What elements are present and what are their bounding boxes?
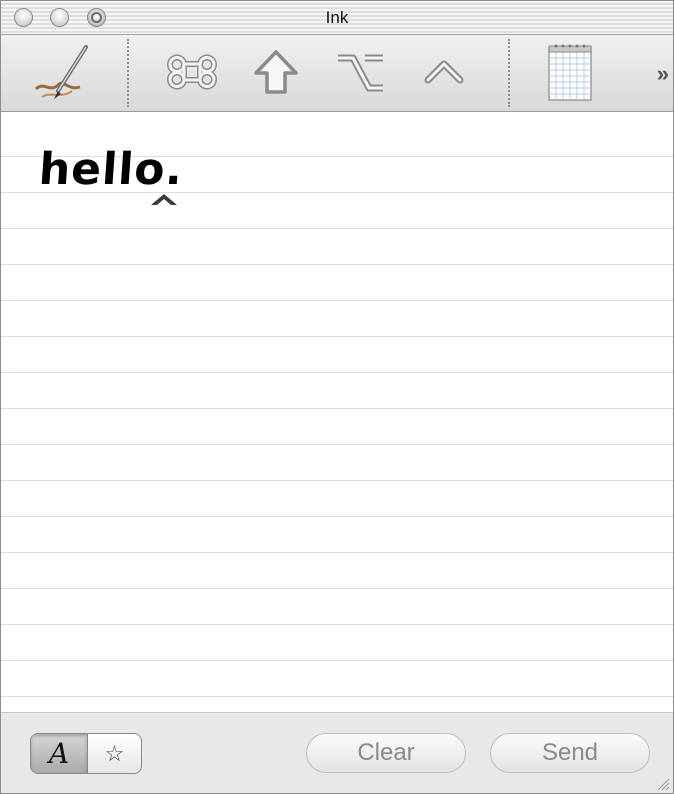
- mode-toggle: A ☆: [30, 733, 142, 774]
- writing-area[interactable]: hello.: [1, 112, 673, 712]
- shift-key-button[interactable]: [245, 41, 307, 103]
- handwritten-text: hello.: [37, 144, 186, 195]
- shift-key-icon: [254, 50, 298, 94]
- pen-icon: [34, 45, 88, 99]
- option-key-button[interactable]: [329, 41, 391, 103]
- toolbar-separator: [127, 39, 129, 107]
- letter-mode-button[interactable]: A: [31, 734, 88, 773]
- toolbar-separator: [508, 39, 510, 107]
- control-key-icon: [424, 60, 464, 84]
- star-icon: ☆: [104, 740, 125, 766]
- clear-button[interactable]: Clear: [306, 733, 466, 773]
- ink-window: Ink » hello. A ☆ Clear Send: [0, 0, 674, 794]
- resize-grip-icon[interactable]: [656, 777, 670, 791]
- window-title: Ink: [325, 8, 349, 27]
- more-items-button[interactable]: »: [656, 61, 669, 87]
- command-key-icon: [167, 54, 217, 90]
- pen-tool-button[interactable]: [25, 41, 97, 103]
- control-key-button[interactable]: [413, 41, 475, 103]
- bottom-bar: A ☆ Clear Send: [1, 712, 673, 793]
- notepad-button[interactable]: [539, 41, 601, 103]
- insertion-caret: [151, 194, 177, 205]
- send-button[interactable]: Send: [490, 733, 650, 773]
- option-key-icon: [338, 54, 383, 92]
- notepad-icon: [548, 44, 592, 101]
- script-a-icon: A: [48, 737, 70, 770]
- toolbar: »: [1, 35, 673, 112]
- double-chevron-right-icon: »: [656, 61, 669, 86]
- title-bar[interactable]: Ink: [1, 1, 673, 35]
- command-key-button[interactable]: [161, 41, 223, 103]
- gesture-mode-button[interactable]: ☆: [88, 734, 141, 773]
